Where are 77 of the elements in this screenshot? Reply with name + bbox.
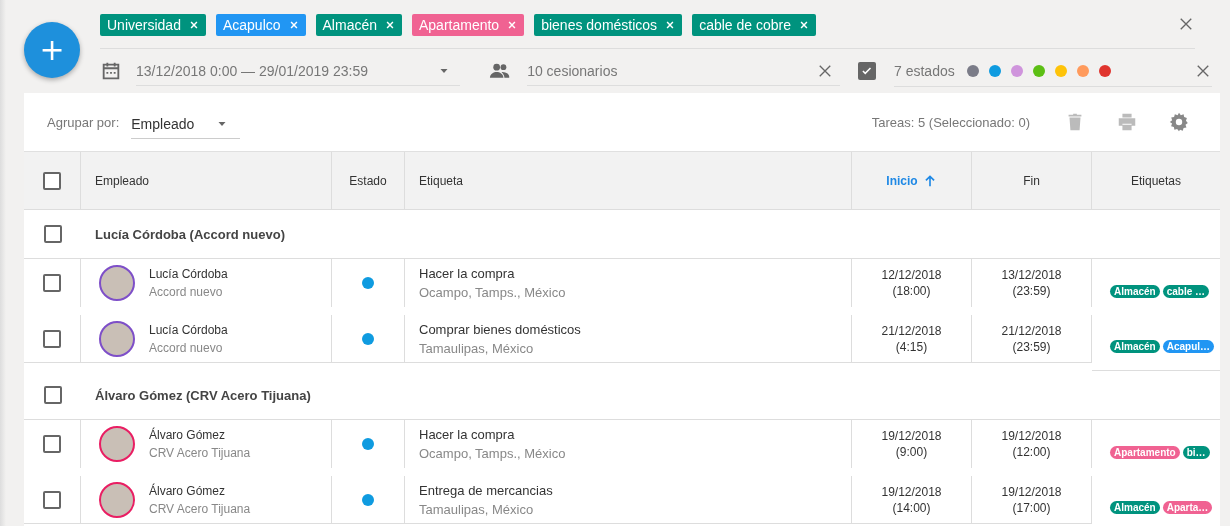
tag: cable … [1162, 284, 1210, 298]
end-time: (17:00) [1012, 500, 1051, 515]
column-header[interactable]: Etiqueta [419, 173, 464, 188]
tag: bi… [1182, 445, 1210, 459]
tag: Almacén [1110, 284, 1160, 298]
column-header[interactable]: Fin [1023, 173, 1040, 188]
start-time: (14:00) [892, 500, 931, 515]
select-all-checkbox[interactable] [43, 171, 61, 190]
filter-tag[interactable]: Acapulco [215, 14, 306, 36]
calendar-icon [100, 60, 122, 82]
checkbox[interactable] [43, 274, 61, 292]
task-count: Tareas: 5 (Seleccionado: 0) [871, 114, 1030, 130]
column-header[interactable]: Empleado [95, 173, 150, 188]
task-location: Tamaulipas, México [419, 340, 535, 356]
task-location: Ocampo, Tamps., México [419, 446, 566, 461]
employee-name: Álvaro Gómez [149, 428, 227, 442]
filter-tag[interactable]: cable de cobre [692, 14, 816, 36]
remove-icon[interactable] [507, 20, 518, 30]
group-title: Álvaro Gómez (CRV Acero Tijuana) [95, 387, 311, 403]
end-date: 21/12/2018 [1001, 323, 1062, 338]
employee-name: Lucía Córdoba [149, 267, 228, 281]
company-name: Accord nuevo [149, 340, 224, 355]
task-title: Hacer la compra [419, 427, 516, 442]
start-date: 21/12/2018 [881, 323, 942, 338]
checkbox[interactable] [43, 225, 62, 243]
company-name: CRV Acero Tijuana [149, 446, 251, 460]
company-name: CRV Acero Tijuana [149, 501, 251, 516]
tag: Aparta… [1162, 501, 1213, 514]
filter-tag[interactable]: bienes domésticos [534, 14, 683, 36]
remove-icon[interactable] [288, 20, 299, 30]
filter-tag[interactable]: Almacén [315, 14, 402, 36]
filter-tag[interactable]: Apartamento [412, 14, 525, 36]
checkbox[interactable] [43, 386, 62, 404]
tag: Almacén [1110, 501, 1160, 514]
end-time: (23:59) [1012, 339, 1051, 354]
employee-name: Álvaro Gómez [149, 483, 227, 498]
column-header[interactable]: Estado [349, 173, 387, 188]
remove-icon[interactable] [798, 20, 809, 30]
tag: Almacén [1110, 340, 1160, 353]
settings-icon[interactable] [1168, 111, 1190, 133]
end-date: 19/12/2018 [1001, 429, 1062, 443]
task-location: Ocampo, Tamps., México [419, 285, 566, 300]
group-by-label: Agrupar por: [47, 114, 120, 130]
checkbox[interactable] [43, 329, 61, 348]
states-checkbox[interactable] [858, 62, 876, 80]
end-time: (23:59) [1012, 284, 1051, 298]
end-time: (12:00) [1012, 445, 1051, 459]
tag: Acapul… [1162, 340, 1215, 353]
date-range-field[interactable]: 13/12/2018 0:00 — 29/01/2019 23:59 [136, 56, 460, 86]
start-time: (9:00) [895, 445, 928, 459]
remove-icon[interactable] [665, 20, 676, 30]
checkbox[interactable] [43, 490, 61, 509]
company-name: Accord nuevo [149, 285, 224, 299]
group-by-dropdown[interactable]: Empleado [131, 109, 241, 139]
start-time: (18:00) [892, 284, 931, 298]
add-button[interactable]: + [24, 22, 80, 78]
task-location: Tamaulipas, México [419, 501, 535, 517]
group-title: Lucía Córdoba (Accord nuevo) [95, 226, 285, 242]
task-title: Entrega de mercancias [419, 482, 553, 498]
start-date: 12/12/2018 [881, 268, 942, 282]
end-date: 19/12/2018 [1001, 484, 1062, 499]
end-date: 13/12/2018 [1001, 268, 1062, 282]
checkbox[interactable] [43, 435, 61, 453]
column-header[interactable]: Inicio [886, 173, 918, 188]
filter-tag[interactable]: Universidad [100, 14, 206, 36]
task-title: Hacer la compra [419, 266, 516, 281]
assignees-field[interactable]: 10 cesionarios [527, 56, 840, 86]
remove-icon[interactable] [385, 20, 395, 30]
employee-name: Lucía Córdoba [149, 322, 228, 337]
start-date: 19/12/2018 [881, 429, 942, 443]
start-date: 19/12/2018 [881, 484, 942, 499]
tag: Apartamento [1110, 445, 1180, 459]
task-title: Comprar bienes domésticos [419, 321, 581, 337]
column-header[interactable]: Etiquetas [1130, 173, 1181, 188]
start-time: (4:15) [895, 339, 928, 354]
states-field[interactable]: 7 estados [894, 55, 1212, 87]
remove-icon[interactable] [188, 20, 199, 30]
